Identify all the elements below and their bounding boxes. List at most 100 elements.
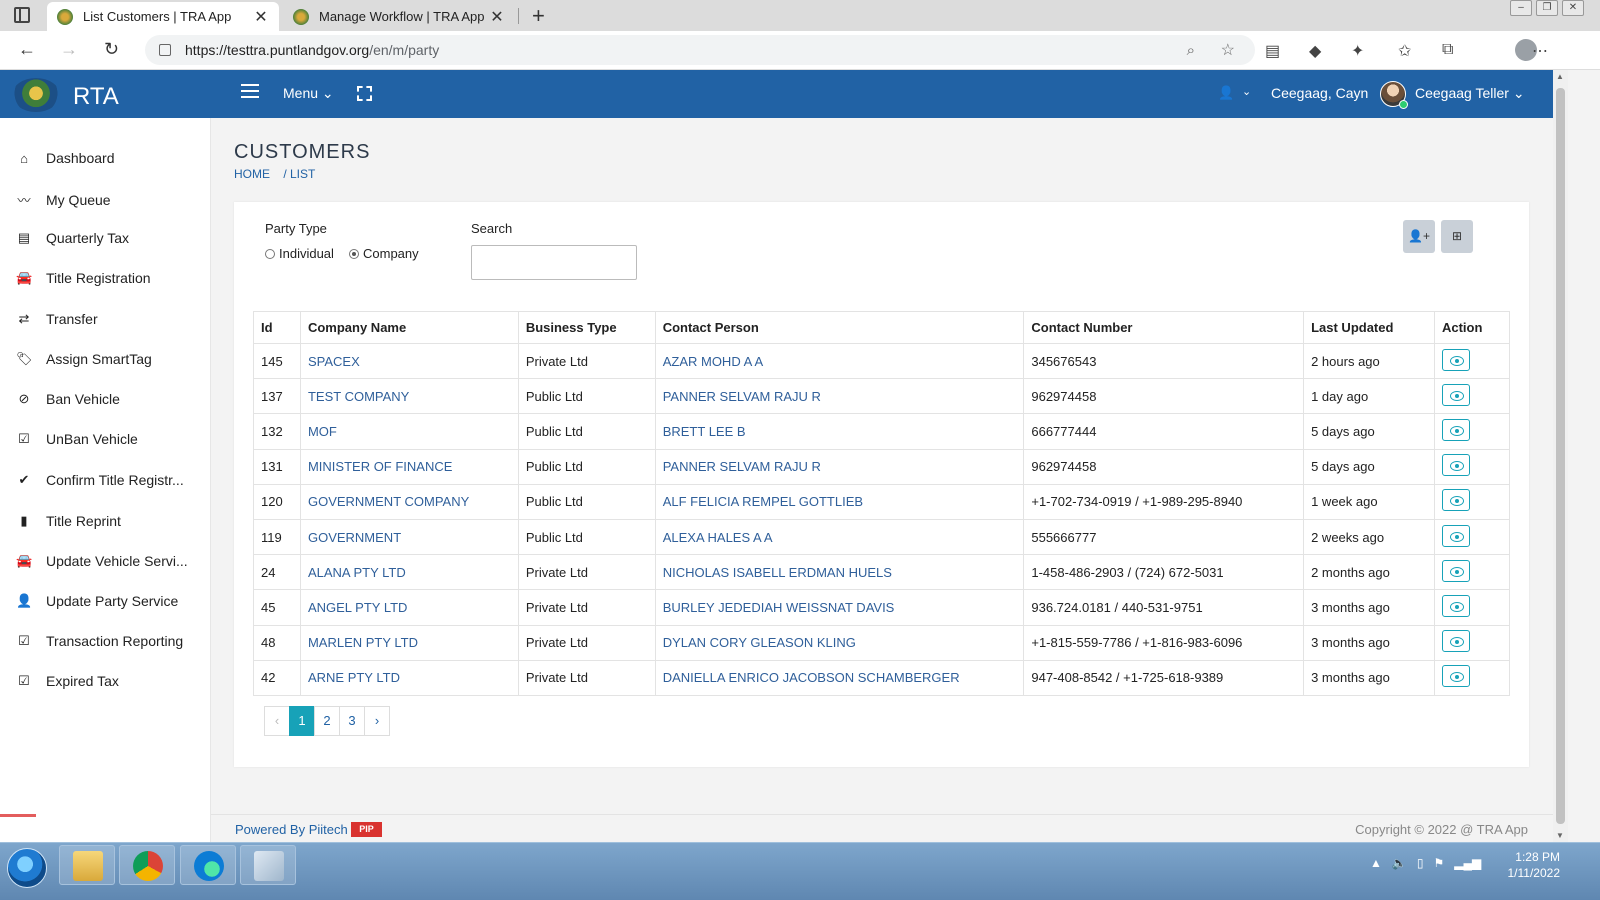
view-eye-icon[interactable] (1441, 630, 1470, 653)
view-eye-icon[interactable] (1441, 665, 1470, 688)
more-options-icon[interactable]: ⋯ (1532, 41, 1548, 61)
tab-actions-icon[interactable] (14, 7, 30, 23)
tray-expand-icon[interactable]: ▲ (1370, 856, 1382, 870)
browser-tab[interactable]: Manage Workflow | TRA App ✕ (283, 2, 515, 31)
sidebar-item-quarterly-tax[interactable]: ▤ Quarterly Tax (16, 230, 206, 246)
restore-icon[interactable]: ❐ (1536, 0, 1558, 16)
browser-tab-active[interactable]: List Customers | TRA App ✕ (47, 2, 279, 31)
company-link[interactable]: GOVERNMENT (299, 518, 519, 556)
company-link[interactable]: GOVERNMENT COMPANY (299, 483, 519, 520)
sidebar-item-title-reprint[interactable]: ▮ Title Reprint (16, 513, 206, 529)
taskbar-clock[interactable]: 1:28 PM 1/11/2022 (1508, 849, 1561, 881)
grid-view-button[interactable]: ⊞ (1441, 220, 1473, 253)
volume-icon[interactable]: 🔈 (1392, 856, 1407, 870)
taskbar-file-explorer[interactable] (59, 845, 115, 885)
start-button-icon[interactable] (7, 848, 47, 888)
contact-link[interactable]: PANNER SELVAM RAJU R (654, 448, 1025, 485)
favorite-star-icon[interactable]: ☆ (1221, 40, 1235, 60)
company-link[interactable]: MARLEN PTY LTD (299, 624, 519, 661)
user-icon[interactable]: 👤 (1218, 85, 1234, 101)
close-tab-icon[interactable]: ✕ (253, 7, 269, 27)
refresh-icon[interactable]: ↻ (104, 39, 119, 60)
battery-icon[interactable]: ▯ (1417, 856, 1424, 870)
pagination-prev[interactable]: ‹ (264, 706, 290, 736)
view-eye-icon[interactable] (1441, 383, 1470, 406)
extension-shield-icon[interactable]: ◆ (1309, 41, 1321, 61)
company-link[interactable]: SPACEX (299, 342, 519, 380)
contact-link[interactable]: ALF FELICIA REMPEL GOTTLIEB (654, 483, 1025, 520)
pagination-next[interactable]: › (364, 706, 390, 736)
favorites-icon[interactable]: ✩ (1398, 41, 1411, 61)
sidebar-item-unban-vehicle[interactable]: ☑ UnBan Vehicle (16, 431, 206, 447)
sidebar-item-transaction-reporting[interactable]: ☑ Transaction Reporting (16, 633, 206, 649)
contact-link[interactable]: DYLAN CORY GLEASON KLING (654, 624, 1025, 661)
sidebar-item-update-party-service[interactable]: 👤 Update Party Service (16, 593, 206, 609)
sidebar-item-confirm-title-registration[interactable]: ✔ Confirm Title Registr... (16, 472, 206, 488)
scroll-up-icon[interactable]: ▲ (1556, 72, 1564, 81)
contact-link[interactable]: BRETT LEE B (654, 413, 1025, 450)
page-scrollbar[interactable]: ▲ ▼ (1553, 70, 1568, 842)
contact-link[interactable]: ALEXA HALES A A (654, 518, 1025, 556)
contact-link[interactable]: BURLEY JEDEDIAH WEISSNAT DAVIS (654, 589, 1025, 626)
add-customer-button[interactable]: 👤+ (1403, 220, 1435, 253)
network-icon[interactable]: ▂▄▆ (1454, 856, 1481, 870)
reading-list-icon[interactable]: ▤ (1265, 41, 1280, 61)
company-link[interactable]: ANGEL PTY LTD (299, 589, 519, 626)
view-eye-icon[interactable] (1441, 559, 1470, 582)
taskbar-edge[interactable] (180, 845, 236, 885)
extensions-icon[interactable]: ✦ (1351, 41, 1364, 61)
sidebar-item-my-queue[interactable]: 〰 My Queue (16, 190, 206, 209)
sidebar-item-ban-vehicle[interactable]: ⊘ Ban Vehicle (16, 391, 206, 407)
company-link[interactable]: ARNE PTY LTD (299, 659, 519, 696)
taskbar-app[interactable] (240, 845, 296, 885)
minimize-icon[interactable]: – (1510, 0, 1532, 16)
sidebar-item-title-registration[interactable]: 🚘 Title Registration (16, 270, 206, 286)
menu-dropdown[interactable]: Menu ⌄ (283, 85, 334, 102)
forward-icon[interactable]: → (60, 39, 78, 60)
zoom-icon[interactable]: ⌕ (1187, 42, 1195, 59)
view-eye-icon[interactable] (1441, 348, 1470, 371)
company-link[interactable]: TEST COMPANY (299, 378, 519, 415)
sidebar-item-update-vehicle-service[interactable]: 🚘 Update Vehicle Servi... (16, 553, 206, 569)
user-menu[interactable]: Ceegaag Teller ⌄ (1415, 85, 1525, 102)
fullscreen-icon[interactable] (357, 86, 372, 101)
breadcrumb-home[interactable]: HOME (234, 167, 270, 181)
sidebar-item-transfer[interactable]: ⇄ Transfer (16, 311, 206, 327)
view-eye-icon[interactable] (1441, 489, 1470, 512)
sidebar-item-dashboard[interactable]: ⌂ Dashboard (16, 150, 206, 166)
view-eye-icon[interactable] (1441, 524, 1470, 547)
scroll-down-icon[interactable]: ▼ (1556, 831, 1564, 840)
flag-icon[interactable]: ⚑ (1433, 856, 1444, 870)
pagination-page[interactable]: 2 (314, 706, 340, 736)
taskbar-chrome[interactable] (119, 845, 175, 885)
radio-button[interactable] (349, 248, 359, 259)
hamburger-icon[interactable] (241, 84, 259, 102)
new-tab-icon[interactable]: + (532, 3, 545, 29)
close-window-icon[interactable]: ✕ (1562, 0, 1584, 16)
contact-link[interactable]: AZAR MOHD A A (654, 342, 1025, 380)
company-link[interactable]: MINISTER OF FINANCE (299, 448, 519, 485)
view-eye-icon[interactable] (1441, 418, 1470, 441)
contact-link[interactable]: PANNER SELVAM RAJU R (654, 378, 1025, 415)
collections-icon[interactable]: ⧉ (1442, 41, 1453, 59)
sidebar-item-assign-smarttag[interactable]: 🏷 Assign SmartTag (16, 351, 206, 367)
company-link[interactable]: MOF (299, 413, 519, 450)
chevron-down-icon[interactable]: ⌄ (1242, 85, 1251, 98)
contact-link[interactable]: NICHOLAS ISABELL ERDMAN HUELS (654, 554, 1025, 591)
close-tab-icon[interactable]: ✕ (489, 7, 505, 27)
radio-individual[interactable]: Individual (265, 246, 334, 261)
radio-company[interactable]: Company (349, 246, 419, 261)
sidebar-item-expired-tax[interactable]: ☑ Expired Tax (16, 673, 206, 689)
address-bar[interactable]: https://testtra.puntlandgov.org /en/m/pa… (145, 35, 1255, 65)
view-eye-icon[interactable] (1441, 454, 1470, 477)
contact-link[interactable]: DANIELLA ENRICO JACOBSON SCHAMBERGER (654, 659, 1025, 696)
view-eye-icon[interactable] (1441, 594, 1470, 617)
company-link[interactable]: ALANA PTY LTD (299, 554, 519, 591)
powered-by-link[interactable]: Powered By Piitech (235, 822, 348, 837)
radio-button[interactable] (265, 248, 275, 259)
back-icon[interactable]: ← (18, 39, 36, 60)
search-input[interactable] (471, 245, 637, 280)
pagination-page[interactable]: 1 (289, 706, 315, 736)
pagination-page[interactable]: 3 (339, 706, 365, 736)
scrollbar-thumb[interactable] (1556, 88, 1565, 824)
